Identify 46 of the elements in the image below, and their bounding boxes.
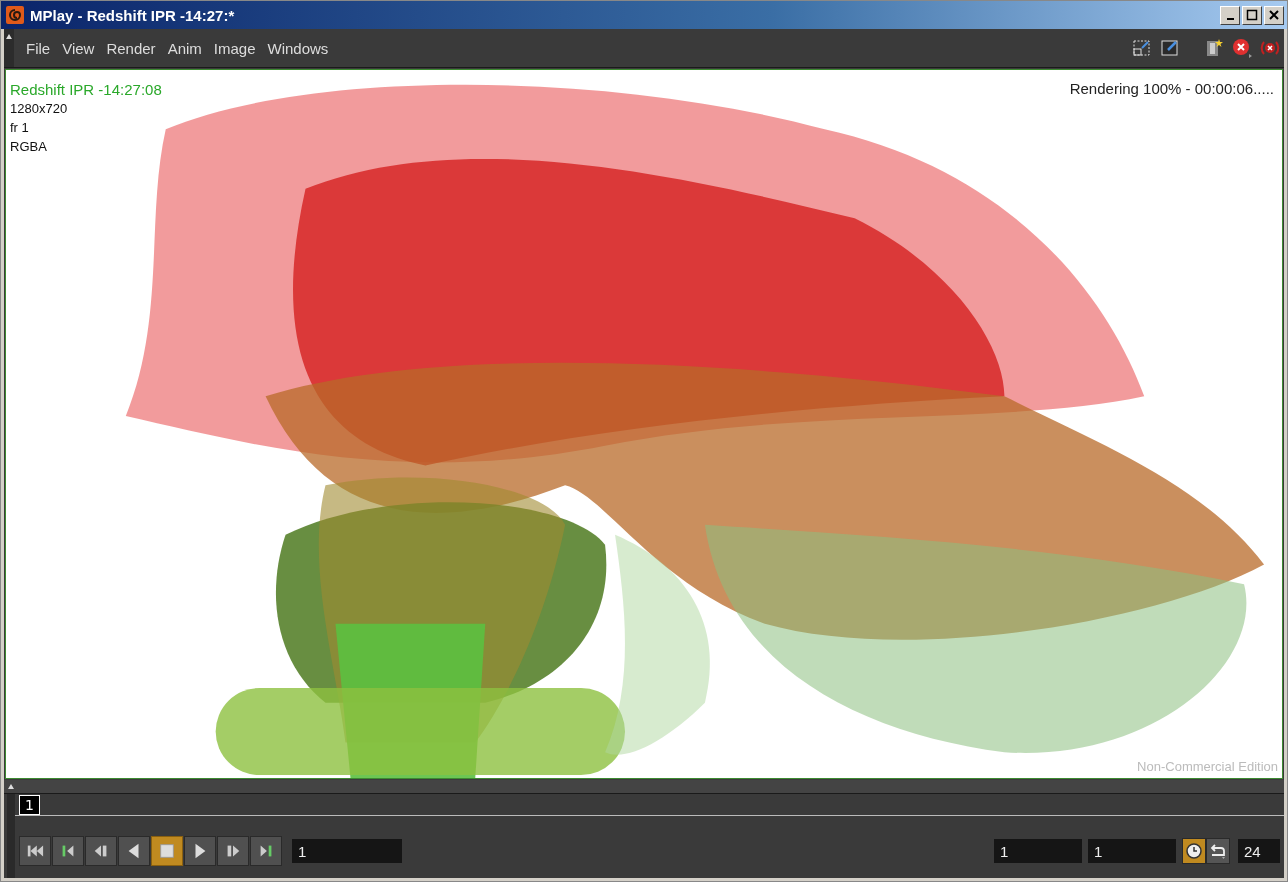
render-info: RGBA	[10, 138, 48, 156]
menu-item[interactable]: Render	[102, 37, 160, 59]
render-status: Rendering 100% - 00:00:06.....	[1069, 80, 1274, 97]
play-button[interactable]	[184, 836, 216, 866]
frame-marker[interactable]: 1	[19, 795, 40, 815]
expand-arrow-icon[interactable]	[7, 782, 15, 791]
render-info: 1280x720	[10, 100, 69, 118]
fps-field[interactable]: 24	[1238, 839, 1280, 863]
start-frame-field[interactable]: 1	[994, 839, 1082, 863]
menu-item[interactable]: File	[22, 37, 55, 59]
skip-to-start-button[interactable]	[19, 836, 51, 866]
menu-item[interactable]: Anim	[163, 37, 206, 59]
film-star-icon[interactable]	[1204, 38, 1224, 58]
clock-icon	[1185, 842, 1203, 860]
app-logo-icon	[6, 6, 24, 24]
window-title: MPlay - Redshift IPR -14:27:*	[30, 6, 235, 24]
stop-icon	[158, 842, 176, 860]
stop-button[interactable]	[151, 836, 183, 866]
realtime-button[interactable]	[1182, 838, 1206, 864]
step-back-button[interactable]	[85, 836, 117, 866]
side-scrollbar[interactable]	[7, 794, 15, 878]
end-frame-field[interactable]: 1	[1088, 839, 1176, 863]
collapse-strip[interactable]	[4, 29, 14, 67]
region-edit-icon[interactable]	[1160, 38, 1180, 58]
render-name: Redshift IPR -14:27:08	[10, 80, 162, 99]
loop-button[interactable]	[1206, 838, 1230, 864]
maximize-icon	[1246, 9, 1258, 21]
close-button[interactable]	[1264, 5, 1284, 25]
region-select-icon[interactable]	[1132, 38, 1152, 58]
play-reverse-button[interactable]	[118, 836, 150, 866]
loop-arrow-icon	[1208, 842, 1228, 860]
minimize-icon	[1226, 17, 1234, 20]
menu-item[interactable]: View	[58, 37, 99, 59]
start-frame-button[interactable]	[52, 836, 84, 866]
minimize-button[interactable]	[1220, 5, 1240, 25]
stop-render-icon[interactable]	[1232, 38, 1252, 58]
end-frame-button[interactable]	[250, 836, 282, 866]
maximize-button[interactable]	[1242, 5, 1262, 25]
frame-field[interactable]: 1	[292, 839, 402, 863]
collapse-arrow-icon	[5, 33, 13, 41]
menu-item[interactable]: Windows	[263, 37, 333, 59]
watermark-text: Non-Commercial Edition	[1137, 759, 1278, 774]
render-info: fr 1	[10, 119, 30, 137]
step-forward-button[interactable]	[217, 836, 249, 866]
menu-item[interactable]: Image	[209, 37, 260, 59]
close-icon	[1268, 9, 1280, 21]
